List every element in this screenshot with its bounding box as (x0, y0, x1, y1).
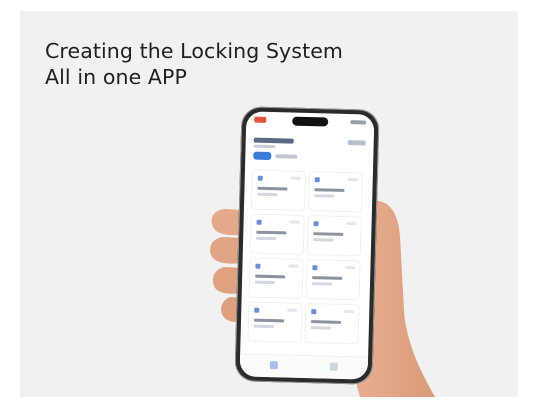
header-actions-icon[interactable] (347, 140, 366, 146)
promo-card: Creating the Locking System All in one A… (20, 11, 518, 397)
dynamic-island (292, 116, 329, 127)
lock-tile[interactable] (248, 257, 304, 299)
lock-icon (254, 307, 260, 313)
lock-icon (256, 219, 262, 225)
lock-icon (312, 265, 318, 271)
tab-secondary[interactable] (275, 154, 298, 159)
lock-tile-grid (247, 169, 366, 354)
lock-icon (314, 177, 320, 183)
phone-mockup (234, 106, 380, 385)
battery-icon (350, 120, 367, 125)
lock-tile[interactable] (307, 171, 363, 213)
lock-icon (255, 263, 261, 269)
lock-tile[interactable] (249, 213, 305, 255)
app-header (253, 137, 366, 151)
lock-tile[interactable] (247, 301, 303, 343)
app-screen (239, 111, 375, 380)
status-indicator-icon (254, 116, 267, 123)
lock-icon (311, 309, 317, 315)
nav-profile-icon[interactable] (329, 362, 338, 371)
app-subtitle (253, 144, 276, 149)
lock-tile[interactable] (306, 215, 362, 257)
lock-tile[interactable] (305, 258, 361, 301)
lock-icon (257, 175, 263, 181)
app-tabs (253, 151, 365, 165)
lock-icon (313, 221, 319, 227)
app-bottom-nav (239, 353, 369, 380)
lock-tile[interactable] (250, 169, 306, 211)
app-title (253, 137, 294, 144)
nav-home-icon[interactable] (269, 361, 278, 370)
tab-active[interactable] (253, 151, 272, 161)
lock-tile[interactable] (304, 302, 360, 345)
